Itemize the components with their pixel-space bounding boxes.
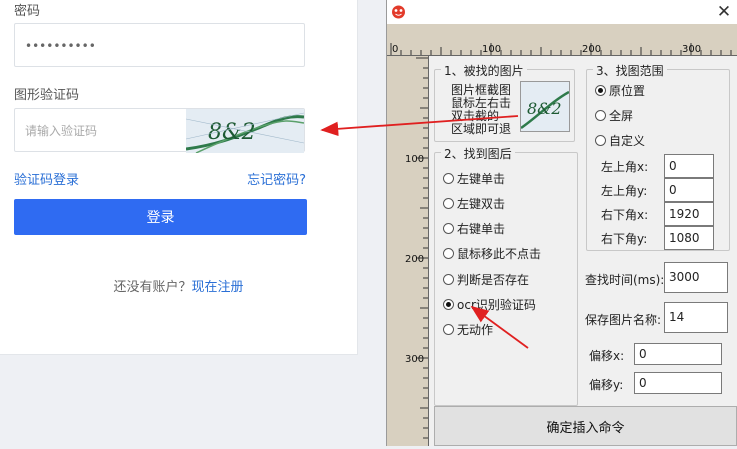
find-image-dialog: ✕ 0 100 200 300 100 200 300 1、被找的图片 图片框截图 鼠标左… — [386, 0, 737, 446]
password-input[interactable] — [25, 36, 185, 56]
ruler-tick-label: 0 — [392, 44, 398, 55]
after-found-option-2[interactable]: 右键单击 — [443, 220, 505, 238]
captcha-input[interactable] — [25, 121, 185, 141]
group-target-image: 1、被找的图片 图片框截图 鼠标左右击 双击截的 区域即可退 8&2 — [434, 62, 575, 142]
password-label: 密码 — [14, 4, 41, 19]
group-after-found: 2、找到图后 左键单击左键双击右键单击鼠标移此不点击 判断是否存在 ocr识别验证码… — [434, 145, 578, 406]
coord-input[interactable]: 1080 — [664, 226, 714, 250]
group-target-image-title: 1、被找的图片 — [441, 62, 527, 79]
after-found-option-4[interactable]: 判断是否存在 — [443, 270, 529, 288]
after-found-option-label: 鼠标移此不点击 — [457, 247, 542, 262]
after-found-option-5[interactable]: ocr识别验证码 — [443, 296, 536, 314]
vertical-ruler: 100 200 300 — [387, 56, 429, 446]
ruler-tick-label: 200 — [582, 44, 601, 55]
radio-button-icon[interactable] — [595, 84, 606, 96]
captcha-login-link[interactable]: 验证码登录 — [14, 169, 79, 188]
after-found-option-label: 左键单击 — [457, 171, 506, 186]
password-field[interactable] — [14, 23, 305, 67]
ruler-tick-label: 300 — [682, 44, 701, 55]
find-time-label: 查找时间(ms): — [585, 273, 665, 287]
after-found-option-3[interactable]: 鼠标移此不点击 — [443, 245, 541, 263]
group-search-range-title: 3、找图范围 — [593, 62, 667, 79]
search-range-option-label: 自定义 — [609, 133, 646, 148]
app-icon — [390, 3, 407, 20]
group-after-found-title: 2、找到图后 — [441, 145, 515, 162]
after-found-option-label: 无动作 — [457, 323, 494, 338]
captcha-field[interactable]: 8&2 — [14, 108, 305, 153]
after-found-option-label: 左键双击 — [457, 196, 506, 211]
captcha-image[interactable]: 8&2 — [186, 109, 304, 153]
search-range-option-2[interactable]: 自定义 — [595, 131, 645, 149]
captured-image-preview[interactable]: 8&2 — [520, 81, 570, 132]
search-range-option-label: 全屏 — [609, 108, 634, 123]
preview-glyphs: 8&2 — [527, 99, 562, 118]
title-bar: ✕ — [387, 0, 737, 24]
coord-input[interactable]: 0 — [664, 154, 714, 178]
radio-button-icon[interactable] — [443, 273, 454, 285]
find-time-input[interactable]: 3000 — [664, 262, 728, 293]
group-search-range: 3、找图范围 原位置全屏自定义 左上角x: 0 左上角y: 0 右下角x: 1920 右下角… — [586, 62, 730, 251]
close-icon[interactable]: ✕ — [714, 2, 734, 22]
forgot-password-link[interactable]: 忘记密码? — [247, 169, 306, 188]
offset-y-input[interactable]: 0 — [634, 372, 722, 394]
coord-label: 左上角x: — [601, 160, 649, 174]
offset-x-input[interactable]: 0 — [634, 343, 722, 365]
signup-row: 还没有账户？现在注册 — [0, 276, 357, 295]
preview-hint-text: 图片框截图 鼠标左右击 双击截的 区域即可退 — [451, 83, 512, 136]
radio-button-icon[interactable] — [443, 248, 454, 260]
signup-prompt: 还没有账户？ — [113, 280, 192, 295]
search-range-option-1[interactable]: 全屏 — [595, 106, 633, 124]
captcha-label: 图形验证码 — [14, 88, 80, 103]
radio-button-icon[interactable] — [595, 134, 606, 146]
search-range-option-0[interactable]: 原位置 — [595, 81, 645, 99]
coord-input[interactable]: 0 — [664, 178, 714, 202]
radio-button-icon[interactable] — [443, 197, 454, 209]
insert-command-button[interactable]: 确定插入命令 — [434, 406, 737, 446]
search-range-option-label: 原位置 — [609, 83, 646, 98]
after-found-option-6[interactable]: 无动作 — [443, 321, 493, 339]
radio-button-icon[interactable] — [443, 299, 454, 310]
after-found-option-label: 判断是否存在 — [457, 272, 530, 287]
after-found-option-0[interactable]: 左键单击 — [443, 169, 505, 187]
save-name-input[interactable]: 14 — [664, 302, 728, 333]
ruler-tick-label: 100 — [482, 44, 501, 55]
save-name-label: 保存图片名称: — [585, 313, 662, 327]
login-button[interactable]: 登录 — [14, 199, 307, 235]
radio-button-icon[interactable] — [443, 223, 454, 235]
offset-y-label: 偏移y: — [589, 378, 624, 392]
after-found-option-label: ocr识别验证码 — [457, 298, 536, 312]
login-panel: 密码 图形验证码 8&2 验证码登录 忘记密码? 登录 还没有账户？现在注册 — [0, 0, 358, 355]
signup-link[interactable]: 现在注册 — [192, 280, 244, 295]
coord-label: 右下角y: — [601, 232, 648, 246]
radio-button-icon[interactable] — [443, 324, 454, 336]
offset-x-label: 偏移x: — [589, 349, 625, 363]
radio-button-icon[interactable] — [595, 109, 606, 121]
coord-label: 左上角y: — [601, 184, 648, 198]
coord-label: 右下角x: — [601, 208, 649, 222]
after-found-option-1[interactable]: 左键双击 — [443, 194, 505, 212]
horizontal-ruler: 0 100 200 300 — [387, 24, 737, 56]
radio-button-icon[interactable] — [443, 172, 454, 184]
ruler-tick-label: 100 — [405, 154, 424, 165]
ruler-tick-label: 300 — [405, 354, 424, 365]
ruler-tick-label: 200 — [405, 254, 424, 265]
after-found-option-label: 右键单击 — [457, 222, 506, 237]
coord-input[interactable]: 1920 — [664, 202, 714, 226]
